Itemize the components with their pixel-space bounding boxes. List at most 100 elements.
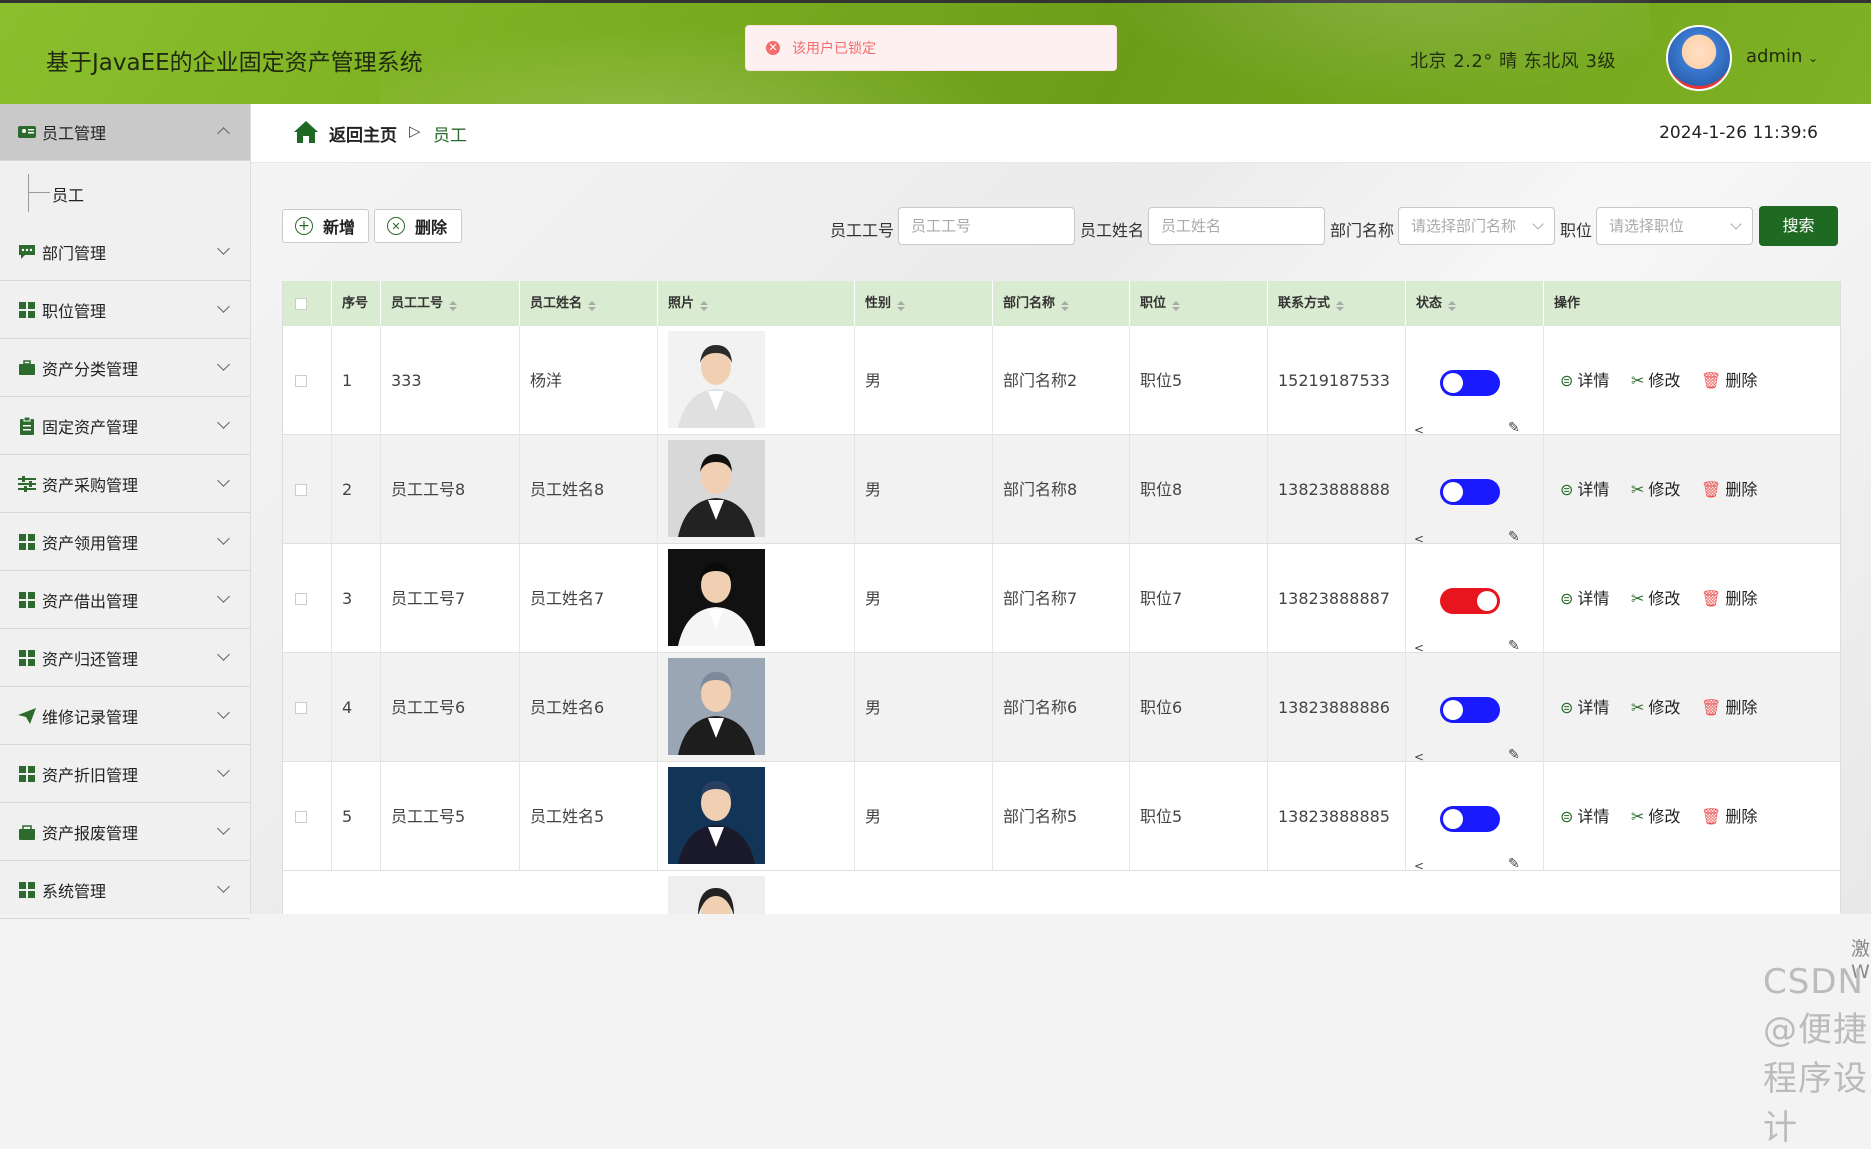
employee-photo[interactable] xyxy=(668,658,765,755)
edit-button[interactable]: ✂ 修改 xyxy=(1631,653,1680,762)
col-header-dept[interactable]: 部门名称 xyxy=(993,281,1130,326)
row-gender: 男 xyxy=(855,326,993,435)
trash-icon: 🗑 xyxy=(1701,589,1722,608)
status-toggle[interactable] xyxy=(1440,806,1500,832)
edit-button[interactable]: ✂ 修改 xyxy=(1631,762,1680,871)
chevron-down-icon xyxy=(217,590,230,603)
error-toast: ✕ 该用户已锁定 xyxy=(745,25,1117,71)
chevron-up-icon xyxy=(217,127,230,140)
row-delete-button[interactable]: 🗑 删除 xyxy=(1701,544,1757,653)
chevron-down-icon xyxy=(217,358,230,371)
sidebar-item-asset-lend[interactable]: 资产借出管理 xyxy=(0,572,250,629)
row-delete-button[interactable]: 🗑 删除 xyxy=(1701,653,1757,762)
sidebar-item-repair[interactable]: 维修记录管理 xyxy=(0,688,250,745)
row-photo-cell xyxy=(658,435,855,544)
position-select[interactable]: 请选择职位 xyxy=(1596,207,1753,245)
grid-icon xyxy=(18,592,36,608)
grid-icon xyxy=(18,302,36,318)
home-icon[interactable] xyxy=(293,120,319,144)
col-header-position[interactable]: 职位 xyxy=(1130,281,1268,326)
row-checkbox[interactable] xyxy=(295,592,307,605)
row-delete-button[interactable]: 🗑 删除 xyxy=(1701,435,1757,544)
edit-button[interactable]: ✂ 修改 xyxy=(1631,435,1680,544)
employee-photo[interactable] xyxy=(668,331,765,428)
detail-button[interactable]: ⊜ 详情 xyxy=(1560,653,1609,762)
row-gender: 男 xyxy=(855,435,993,544)
sidebar-item-label: 固定资产管理 xyxy=(42,418,139,437)
sidebar-item-department[interactable]: 部门管理 xyxy=(0,224,250,281)
sidebar-item-position[interactable]: 职位管理 xyxy=(0,282,250,339)
dept-select[interactable]: 请选择部门名称 xyxy=(1398,207,1555,245)
username: admin xyxy=(1746,46,1803,67)
row-emp-no: 333 xyxy=(381,326,520,435)
sidebar-item-fixed-asset[interactable]: 固定资产管理 xyxy=(0,398,250,455)
detail-label: 详情 xyxy=(1577,371,1610,390)
row-checkbox[interactable] xyxy=(295,374,307,387)
sidebar-item-asset-return[interactable]: 资产归还管理 xyxy=(0,630,250,687)
col-header-emp-name[interactable]: 员工姓名 xyxy=(520,281,658,326)
emp-name-input[interactable]: 员工姓名 xyxy=(1148,207,1325,245)
row-delete-button[interactable]: 🗑 删除 xyxy=(1701,762,1757,871)
status-toggle[interactable] xyxy=(1440,588,1500,614)
sidebar: 员工管理 员工 部门管理 职位管理 资产分类管理 固定资产管理 资产采购管理 资… xyxy=(0,104,251,919)
row-emp-no: 员工工号6 xyxy=(381,653,520,762)
sidebar-item-asset-purchase[interactable]: 资产采购管理 xyxy=(0,456,250,513)
sidebar-item-label: 维修记录管理 xyxy=(42,708,139,727)
row-position: 职位5 xyxy=(1130,762,1268,871)
col-header-emp-no[interactable]: 员工工号 xyxy=(381,281,520,326)
message-icon xyxy=(18,244,36,260)
detail-button[interactable]: ⊜ 详情 xyxy=(1560,544,1609,653)
delete-label: 删除 xyxy=(1725,589,1758,608)
sidebar-item-depreciation[interactable]: 资产折旧管理 xyxy=(0,746,250,803)
sidebar-item-label: 系统管理 xyxy=(42,882,107,901)
avatar[interactable] xyxy=(1666,25,1732,91)
sort-icon xyxy=(1172,301,1181,311)
sidebar-subitem-employee[interactable]: 员工 xyxy=(0,162,250,224)
row-phone: 13823888885 xyxy=(1268,762,1406,871)
sidebar-item-asset-receive[interactable]: 资产领用管理 xyxy=(0,514,250,571)
delete-button[interactable]: ✕ 删除 xyxy=(374,209,462,243)
user-menu[interactable]: admin ⌄ xyxy=(1746,46,1818,67)
col-header-phone[interactable]: 联系方式 xyxy=(1268,281,1406,326)
row-dept: 部门名称5 xyxy=(993,762,1130,871)
row-checkbox[interactable] xyxy=(295,483,307,496)
col-header-gender[interactable]: 性别 xyxy=(855,281,993,326)
col-header-status[interactable]: 状态 xyxy=(1406,281,1544,326)
sidebar-item-system[interactable]: 系统管理 xyxy=(0,862,250,919)
detail-label: 详情 xyxy=(1577,589,1610,608)
emp-no-input[interactable]: 员工工号 xyxy=(898,207,1075,245)
search-button[interactable]: 搜索 xyxy=(1759,206,1838,246)
sidebar-item-scrap[interactable]: 资产报废管理 xyxy=(0,804,250,861)
breadcrumb-home-link[interactable]: 返回主页 xyxy=(329,121,397,146)
row-select-cell xyxy=(283,653,332,762)
row-delete-button[interactable]: 🗑 删除 xyxy=(1701,326,1757,435)
chevron-down-icon xyxy=(217,532,230,545)
add-button[interactable]: + 新增 xyxy=(282,209,369,243)
chevron-down-icon xyxy=(217,706,230,719)
row-emp-name: 员工姓名5 xyxy=(520,762,658,871)
sidebar-item-employee[interactable]: 员工管理 xyxy=(0,104,250,161)
error-icon: ✕ xyxy=(766,41,780,55)
employee-photo[interactable] xyxy=(668,549,765,646)
grid-icon xyxy=(18,766,36,782)
edit-button[interactable]: ✂ 修改 xyxy=(1631,326,1680,435)
employee-photo[interactable] xyxy=(668,876,765,914)
status-toggle[interactable] xyxy=(1440,479,1500,505)
status-toggle[interactable] xyxy=(1440,370,1500,396)
row-checkbox[interactable] xyxy=(295,701,307,714)
col-header-photo[interactable]: 照片 xyxy=(658,281,855,326)
select-all-checkbox[interactable] xyxy=(295,297,307,310)
detail-button[interactable]: ⊜ 详情 xyxy=(1560,326,1609,435)
row-checkbox[interactable] xyxy=(295,810,307,823)
status-toggle[interactable] xyxy=(1440,697,1500,723)
detail-button[interactable]: ⊜ 详情 xyxy=(1560,435,1609,544)
sidebar-item-label: 资产折旧管理 xyxy=(42,766,139,785)
edit-button[interactable]: ✂ 修改 xyxy=(1631,544,1680,653)
chevron-down-icon xyxy=(217,764,230,777)
detail-button[interactable]: ⊜ 详情 xyxy=(1560,762,1609,871)
employee-photo[interactable] xyxy=(668,440,765,537)
row-emp-name: 员工姓名6 xyxy=(520,653,658,762)
employee-photo[interactable] xyxy=(668,767,765,864)
sidebar-item-asset-category[interactable]: 资产分类管理 xyxy=(0,340,250,397)
row-gender: 男 xyxy=(855,544,993,653)
